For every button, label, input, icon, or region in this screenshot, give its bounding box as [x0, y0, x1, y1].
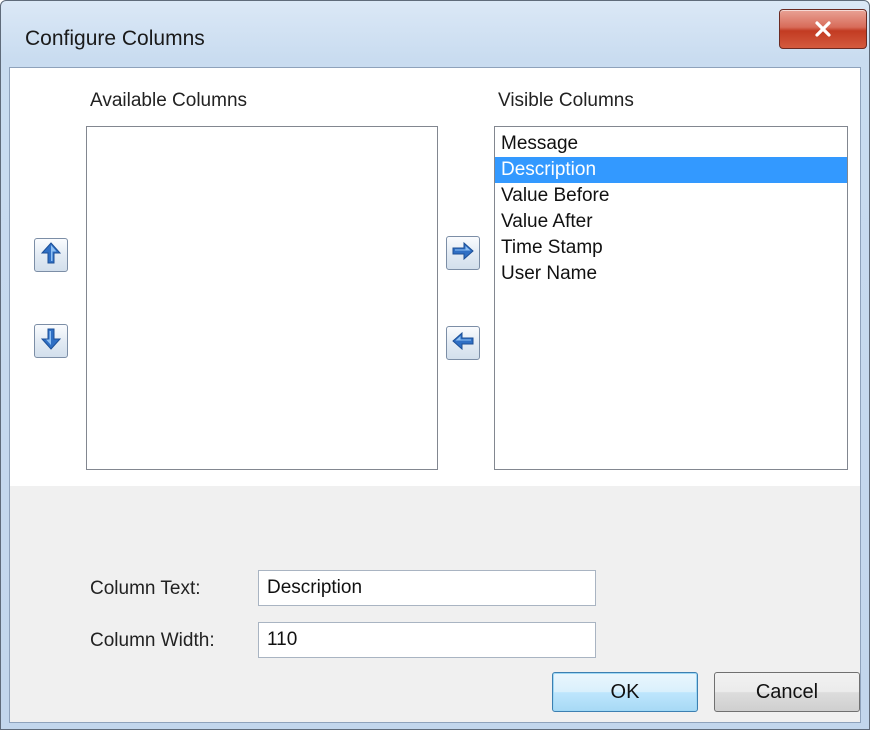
- title-bar[interactable]: Configure Columns: [1, 1, 869, 69]
- column-text-label: Column Text:: [90, 578, 201, 599]
- visible-columns-label: Visible Columns: [498, 90, 634, 111]
- arrow-left-icon: [452, 331, 474, 355]
- configure-columns-dialog: Configure Columns Available Columns Visi…: [0, 0, 870, 730]
- ok-button[interactable]: OK: [552, 672, 698, 712]
- arrow-up-icon: [40, 241, 62, 269]
- arrow-down-icon: [40, 328, 62, 355]
- list-item[interactable]: Time Stamp: [495, 235, 847, 261]
- move-down-button[interactable]: [34, 324, 68, 358]
- list-item[interactable]: Message: [495, 131, 847, 157]
- close-button[interactable]: [779, 9, 867, 49]
- available-columns-list[interactable]: [86, 126, 438, 470]
- dialog-client-area: Available Columns Visible Columns Messag…: [9, 67, 861, 723]
- close-x-icon: [814, 21, 832, 37]
- column-text-input[interactable]: [258, 570, 596, 606]
- list-item[interactable]: User Name: [495, 261, 847, 287]
- cancel-button[interactable]: Cancel: [714, 672, 860, 712]
- available-columns-label: Available Columns: [90, 90, 248, 111]
- list-item[interactable]: Value Before: [495, 183, 847, 209]
- move-up-button[interactable]: [34, 238, 68, 272]
- visible-columns-list[interactable]: Message Description Value Before Value A…: [494, 126, 848, 470]
- list-item[interactable]: Value After: [495, 209, 847, 235]
- arrow-right-icon: [452, 241, 474, 265]
- column-width-label: Column Width:: [90, 630, 215, 651]
- list-item-selected[interactable]: Description: [495, 157, 847, 183]
- dialog-title: Configure Columns: [25, 27, 205, 50]
- add-column-button[interactable]: [446, 236, 480, 270]
- column-width-input[interactable]: [258, 622, 596, 658]
- columns-panel: Available Columns Visible Columns Messag…: [10, 68, 860, 486]
- remove-column-button[interactable]: [446, 326, 480, 360]
